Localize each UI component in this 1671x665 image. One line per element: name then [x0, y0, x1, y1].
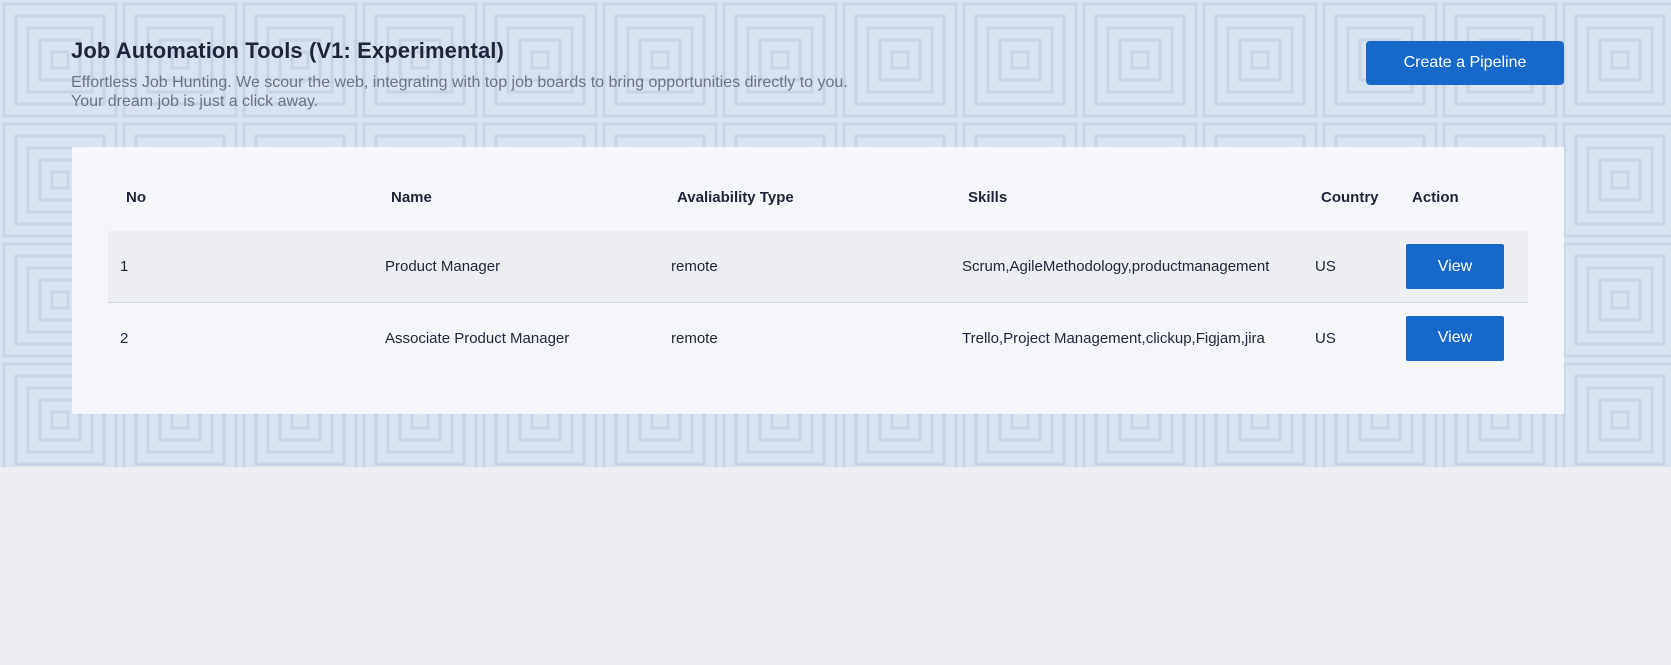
cell-action: View	[1406, 303, 1528, 374]
jobs-table-card: No Name Avaliability Type Skills Country…	[72, 147, 1564, 414]
page-title: Job Automation Tools (V1: Experimental)	[71, 38, 504, 63]
cell-country: US	[1315, 231, 1406, 303]
column-header-availability: Avaliability Type	[677, 189, 794, 206]
cell-skills: Scrum,AgileMethodology,productmanagement	[962, 231, 1315, 303]
column-header-no: No	[126, 189, 146, 206]
cell-country: US	[1315, 329, 1336, 347]
column-header-skills: Skills	[968, 189, 1008, 206]
create-pipeline-button[interactable]: Create a Pipeline	[1366, 41, 1564, 85]
subtitle-line-2: Your dream job is just a click away.	[71, 93, 319, 110]
cell-no: 1	[108, 231, 385, 303]
cell-availability: remote	[671, 329, 718, 347]
page-subtitle: Effortless Job Hunting. We scour the web…	[71, 73, 971, 111]
table-row: 2 Associate Product Manager remote Trell…	[108, 303, 1528, 374]
cell-skills: Trello,Project Management,clickup,Figjam…	[962, 329, 1265, 347]
cell-availability: remote	[671, 231, 962, 303]
column-header-country: Country	[1321, 189, 1379, 206]
jobs-table: No Name Avaliability Type Skills Country…	[108, 189, 1528, 373]
subtitle-line-1: Effortless Job Hunting. We scour the web…	[71, 74, 848, 91]
cell-action: View	[1406, 231, 1528, 303]
cell-name: Product Manager	[385, 231, 671, 303]
table-row: 1 Product Manager remote Scrum,AgileMeth…	[108, 231, 1528, 303]
table-header-row: No Name Avaliability Type Skills Country…	[108, 189, 1528, 231]
cell-name: Associate Product Manager	[385, 329, 570, 347]
view-button[interactable]: View	[1406, 315, 1504, 361]
column-header-action: Action	[1412, 189, 1459, 206]
cell-no: 2	[120, 329, 129, 347]
view-button[interactable]: View	[1406, 244, 1504, 289]
column-header-name: Name	[391, 189, 432, 206]
